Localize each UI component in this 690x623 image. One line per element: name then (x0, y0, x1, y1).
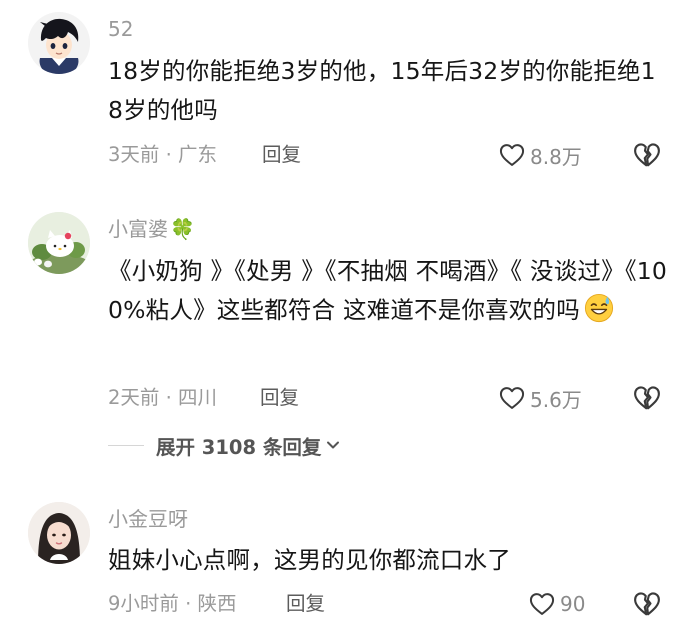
comment-item: 小金豆呀 姐妹小心点啊，这男的见你都流口水了 9小时前 · 陕西 回复 90 (0, 0, 690, 622)
dislike-button[interactable] (632, 589, 662, 619)
girl-photo-avatar-image (28, 502, 90, 564)
comment-text: 姐妹小心点啊，这男的见你都流口水了 (108, 546, 511, 574)
time-location: 9小时前 · 陕西 (108, 592, 237, 615)
like-button[interactable]: 90 (528, 589, 585, 619)
heart-outline-icon (529, 593, 555, 615)
like-count: 90 (560, 592, 586, 616)
avatar[interactable] (28, 502, 90, 564)
reply-button[interactable]: 回复 (286, 592, 325, 616)
username[interactable]: 小金豆呀 (108, 507, 188, 531)
broken-heart-icon (634, 592, 660, 616)
